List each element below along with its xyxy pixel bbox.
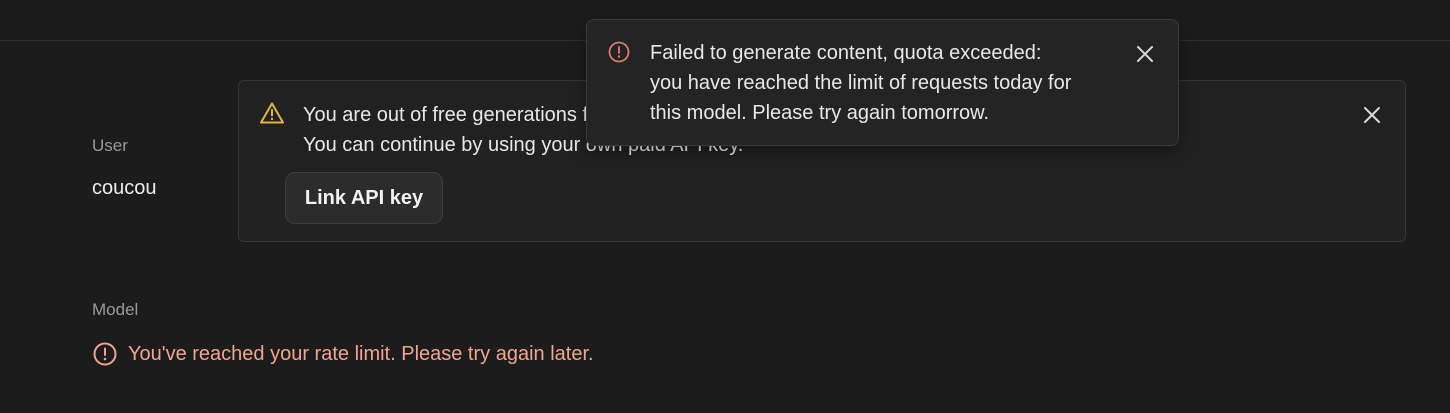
user-label: User (92, 136, 128, 155)
model-label: Model (92, 300, 139, 319)
close-icon[interactable] (1361, 104, 1383, 126)
quota-error-toast: Failed to generate content, quota exceed… (586, 19, 1179, 146)
error-circle-icon (92, 341, 118, 367)
toast-line-3: this model. Please try again tomorrow. (650, 102, 990, 124)
toast-line-1: Failed to generate content, quota exceed… (650, 42, 1042, 64)
warning-triangle-icon (259, 101, 285, 125)
close-icon[interactable] (1134, 43, 1156, 65)
toast-line-2: you have reached the limit of requests t… (650, 72, 1072, 94)
link-api-key-button[interactable]: Link API key (285, 172, 443, 224)
error-circle-icon (607, 40, 631, 64)
rate-limit-error: You've reached your rate limit. Please t… (92, 341, 594, 367)
page: User coucou Model You've reached your ra… (0, 0, 1450, 413)
rate-limit-error-text: You've reached your rate limit. Please t… (128, 342, 594, 365)
toast-message: Failed to generate content, quota exceed… (650, 38, 1140, 128)
user-value: coucou (92, 177, 157, 199)
